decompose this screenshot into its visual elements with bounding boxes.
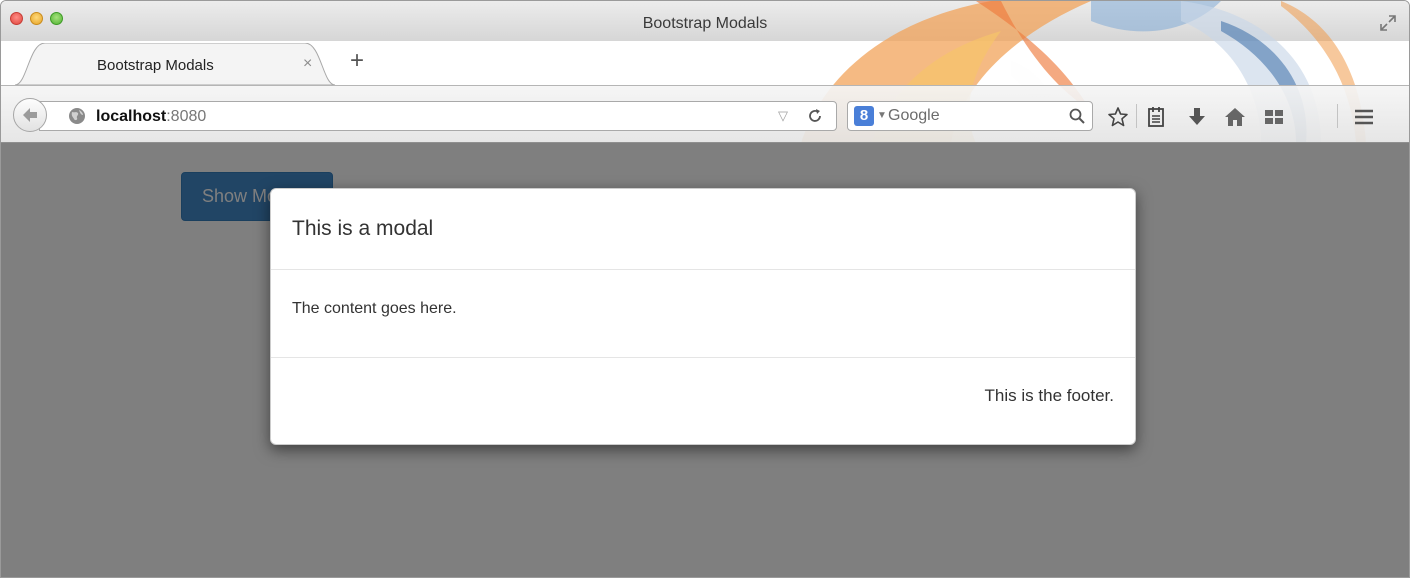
modal-footer-text: This is the footer. — [984, 386, 1114, 405]
title-bar: Bootstrap Modals — [1, 1, 1409, 41]
google-engine-icon[interactable]: 8 — [854, 106, 874, 126]
modal-body: The content goes here. — [271, 270, 1135, 358]
back-arrow-icon — [23, 108, 37, 122]
modal-footer: This is the footer. — [271, 357, 1135, 444]
url-port: :8080 — [166, 108, 207, 125]
page-viewport: Show Modal This is a modal The content g… — [1, 143, 1409, 577]
home-icon[interactable] — [1224, 106, 1246, 128]
engine-dropdown-icon[interactable]: ▼ — [877, 110, 887, 121]
reload-icon[interactable] — [806, 107, 824, 125]
search-bar[interactable]: 8 ▼ — [847, 101, 1093, 131]
toolbar-separator — [1136, 104, 1137, 128]
search-input[interactable] — [888, 105, 1048, 127]
bookmark-star-icon[interactable] — [1107, 106, 1129, 128]
modal-title: This is a modal — [292, 217, 434, 240]
modal-header: This is a modal — [271, 189, 1135, 270]
fullscreen-icon[interactable] — [1379, 14, 1397, 32]
globe-icon[interactable] — [68, 107, 86, 125]
tiles-icon[interactable] — [1263, 106, 1285, 128]
new-tab-button[interactable]: + — [345, 49, 369, 73]
url-text[interactable]: localhost:8080 — [96, 108, 206, 126]
tab-bootstrap-modals[interactable]: Bootstrap Modals × — [15, 43, 335, 85]
url-history-dropdown-icon[interactable]: ▽ — [778, 108, 788, 124]
url-host: localhost — [96, 108, 167, 125]
reading-list-icon[interactable] — [1145, 106, 1167, 128]
url-bar[interactable]: localhost:8080 ▽ — [39, 101, 837, 131]
tab-close-icon[interactable]: × — [303, 55, 312, 73]
window-title: Bootstrap Modals — [642, 15, 768, 32]
downloads-icon[interactable] — [1186, 106, 1208, 128]
tab-label: Bootstrap Modals — [97, 57, 214, 74]
navigation-toolbar: localhost:8080 ▽ 8 ▼ — [1, 85, 1409, 143]
search-icon[interactable] — [1068, 107, 1086, 125]
back-button[interactable] — [13, 98, 47, 132]
browser-window: Bootstrap Modals Bootstrap Modals × + lo… — [0, 0, 1410, 578]
modal-body-text: The content goes here. — [292, 300, 457, 317]
menu-icon[interactable] — [1353, 106, 1375, 128]
tab-strip: Bootstrap Modals × + — [1, 41, 1409, 85]
modal-dialog: This is a modal The content goes here. T… — [270, 188, 1136, 445]
toolbar-separator — [1337, 104, 1338, 128]
